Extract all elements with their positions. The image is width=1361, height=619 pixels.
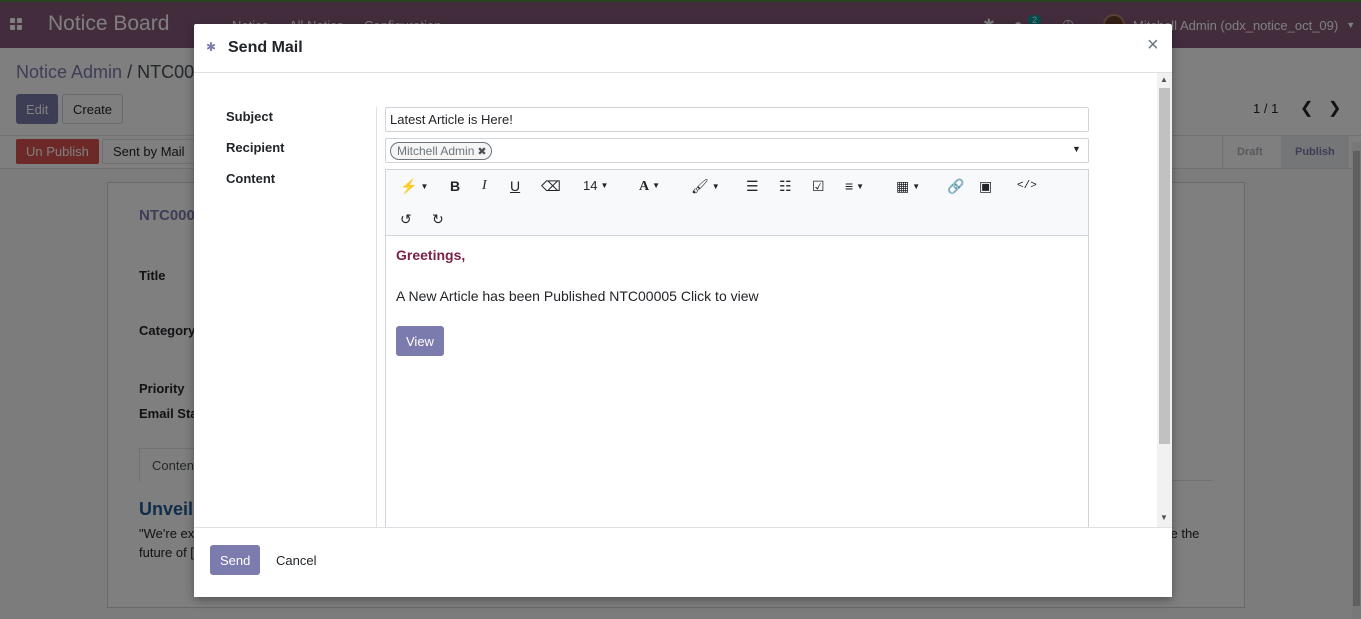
editor-content-area[interactable]: Greetings, A New Article has been Publis… [386,236,1088,528]
scroll-down-icon[interactable]: ▼ [1160,513,1168,522]
link-icon[interactable]: 🔗 [947,175,964,197]
debug-bug-icon: ✱ [206,40,217,54]
font-style-icon[interactable]: A ▼ [639,175,660,197]
scroll-up-icon[interactable]: ▲ [1160,75,1168,84]
dialog-body: Subject Recipient Content Mitchell Admin… [194,73,1172,528]
undo-icon[interactable]: ↺ [400,208,412,230]
dialog-title: Send Mail [228,39,303,56]
underline-icon[interactable]: U [510,175,520,197]
eraser-icon[interactable]: ⌫ [541,175,561,197]
content-editor: ⚡ ▼ B I U ⌫ 14 ▼ A ▼ 🖌 ▼ ☰ ☷ ☑ ≡ ▼ ▦ ▼ 🔗 ▣ </>… [385,169,1089,528]
magic-wand-icon[interactable]: ⚡ ▼ [400,175,428,197]
image-icon[interactable]: ▣ [979,175,992,197]
font-size-value: 14 [583,178,598,193]
dialog-footer: Send Cancel [194,527,1172,597]
dialog-scrollbar[interactable]: ▲ ▼ [1157,73,1172,528]
send-button[interactable]: Send [210,545,261,575]
table-icon[interactable]: ▦ ▼ [896,175,920,197]
recipient-tag: Mitchell Admin ✖ [390,142,492,160]
subject-input[interactable] [385,107,1089,132]
paint-brush-icon[interactable]: 🖌 ▼ [691,175,720,197]
editor-toolbar: ⚡ ▼ B I U ⌫ 14 ▼ A ▼ 🖌 ▼ ☰ ☷ ☑ ≡ ▼ ▦ ▼ 🔗 ▣ </>… [386,170,1088,236]
bold-icon[interactable]: B [450,175,460,197]
recipient-field[interactable]: Mitchell Admin ✖ ▼ [385,138,1089,163]
field-separator [376,107,377,528]
dialog-header: ✱ Send Mail × [194,24,1172,73]
cancel-button[interactable]: Cancel [266,545,327,575]
chevron-down-icon[interactable]: ▼ [1072,144,1081,154]
italic-icon[interactable]: I [482,175,487,197]
checklist-icon[interactable]: ☑ [812,175,825,197]
font-size-dropdown[interactable]: 14 ▼ [583,175,608,197]
send-mail-dialog: ✱ Send Mail × Subject Recipient Content … [194,24,1172,597]
message-text: A New Article has been Published NTC0000… [396,288,759,304]
numbered-list-icon[interactable]: ☷ [779,175,792,197]
greeting-text: Greetings, [396,247,466,263]
code-view-icon[interactable]: </> [1017,175,1037,197]
close-icon[interactable]: × [1147,34,1159,57]
align-left-icon[interactable]: ≡ ▼ [845,175,864,197]
subject-label: Subject [226,109,273,124]
scroll-thumb[interactable] [1159,88,1170,444]
redo-icon[interactable]: ↻ [432,208,444,230]
bulleted-list-icon[interactable]: ☰ [746,175,759,197]
view-button[interactable]: View [396,326,444,356]
remove-tag-icon[interactable]: ✖ [477,146,486,158]
content-label: Content [226,171,276,186]
recipient-label: Recipient [226,140,285,155]
recipient-tag-label: Mitchell Admin [397,144,475,158]
